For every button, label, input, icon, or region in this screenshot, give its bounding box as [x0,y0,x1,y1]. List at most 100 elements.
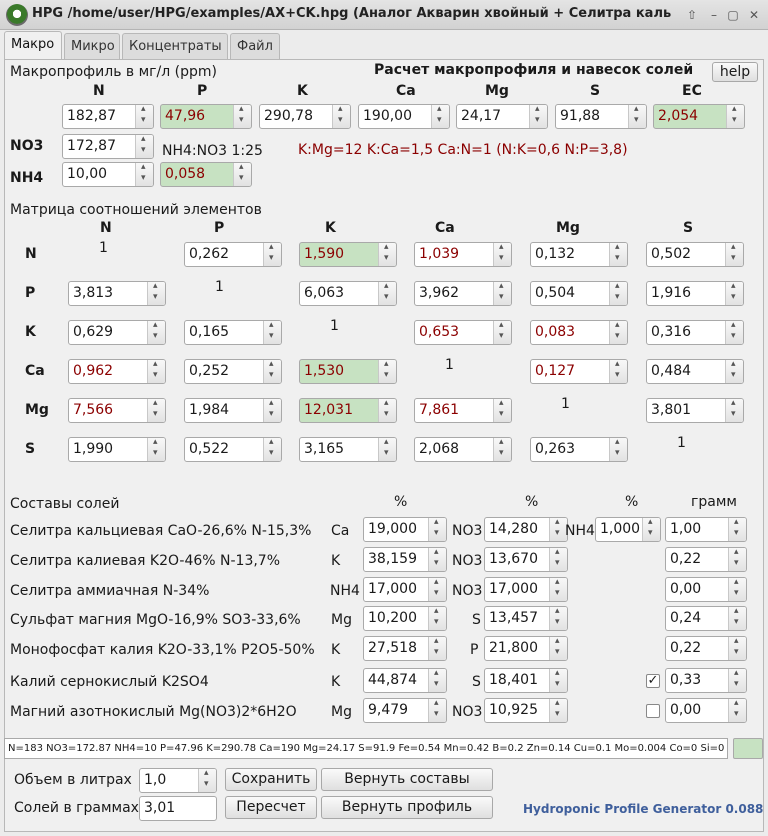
tab-bar: Макро Микро Концентраты Файл [0,30,768,61]
salt-gram-spin-4[interactable]: 0,22 [665,636,747,661]
matrix-s-p-spin[interactable]: 0,522 [184,437,282,462]
matrix-p-k-spin[interactable]: 6,063 [299,281,397,306]
matrix-n-k-spin[interactable]: 1,590 [299,242,397,267]
salt-gram-spin-3[interactable]: 0,24 [665,606,747,631]
pin-icon[interactable]: ⇧ [684,7,700,23]
matrix-mg-p-spin[interactable]: 1,984 [184,398,282,423]
salt-pct3-spin-0[interactable]: 1,000 [595,517,661,542]
matrix-s-ca-spin[interactable]: 2,068 [414,437,512,462]
revert-compositions-button[interactable]: Вернуть составы [321,768,493,791]
salt-lock-checkbox-6[interactable] [646,704,660,718]
no3-spin[interactable]: 172,87 [62,134,154,159]
matrix-row-ca: Ca [25,363,45,379]
matrix-col-mg: Mg [556,220,580,236]
salt-pct1-spin-6[interactable]: 9,479 [363,698,447,723]
tab-macro[interactable]: Макро [4,31,62,61]
help-button[interactable]: help [712,62,758,82]
matrix-ca-k-spin[interactable]: 1,530 [299,359,397,384]
salt-lock-checkbox-5[interactable]: ✓ [646,674,660,688]
salt-elem1-6: Mg [331,704,352,720]
profile-s-spin[interactable]: 91,88 [555,104,647,129]
matrix-s-mg-spin[interactable]: 0,263 [530,437,628,462]
salt-pct2-spin-3[interactable]: 13,457 [484,606,568,631]
salt-pct1-spin-4[interactable]: 27,518 [363,636,447,661]
profile-k-spin[interactable]: 290,78 [259,104,351,129]
matrix-k-mg-spin[interactable]: 0,083 [530,320,628,345]
matrix-ca-s-spin[interactable]: 0,484 [646,359,744,384]
pct-header-3: % [625,494,639,510]
matrix-ca-n-spin[interactable]: 0,962 [68,359,166,384]
matrix-k-ca-spin[interactable]: 0,653 [414,320,512,345]
matrix-s-k-spin[interactable]: 3,165 [299,437,397,462]
salt-pct2-spin-0[interactable]: 14,280 [484,517,568,542]
salts-title: Составы солей [10,496,120,512]
matrix-p-s-spin[interactable]: 1,916 [646,281,744,306]
salt-pct1-spin-1[interactable]: 38,159 [363,547,447,572]
revert-profile-button[interactable]: Вернуть профиль [321,796,493,819]
macro-profile-label: Макропрофиль в мг/л (ppm) [10,64,217,80]
salt-gram-spin-0[interactable]: 1,00 [665,517,747,542]
matrix-p-n-spin[interactable]: 3,813 [68,281,166,306]
matrix-k-n-spin[interactable]: 0,629 [68,320,166,345]
profile-ec-spin[interactable]: 2,054 [653,104,745,129]
salt-pct2-spin-4[interactable]: 21,800 [484,636,568,661]
salt-pct1-spin-0[interactable]: 19,000 [363,517,447,542]
volume-spin[interactable]: 1,0 [139,768,217,793]
matrix-title: Матрица соотношений элементов [10,202,262,218]
ratios-text: K:Mg=12 K:Ca=1,5 Ca:N=1 (N:K=0,6 N:P=3,8… [298,142,628,158]
matrix-p-mg-spin[interactable]: 0,504 [530,281,628,306]
matrix-mg-ca-spin[interactable]: 7,861 [414,398,512,423]
matrix-diag-1: 1 [215,279,224,295]
recalc-button[interactable]: Пересчет [225,796,317,819]
salt-gram-spin-6[interactable]: 0,00 [665,698,747,723]
salt-pct2-spin-6[interactable]: 10,925 [484,698,568,723]
salt-pct1-spin-2[interactable]: 17,000 [363,577,447,602]
matrix-col-ca: Ca [435,220,455,236]
matrix-diag-2: 1 [330,318,339,334]
profile-mg-spin[interactable]: 24,17 [456,104,548,129]
salt-gram-spin-2[interactable]: 0,00 [665,577,747,602]
matrix-row-mg: Mg [25,402,49,418]
matrix-mg-n-spin[interactable]: 7,566 [68,398,166,423]
tab-concentrates[interactable]: Концентраты [122,33,228,60]
matrix-mg-s-spin[interactable]: 3,801 [646,398,744,423]
matrix-mg-k-spin[interactable]: 12,031 [299,398,397,423]
salts-grams-field[interactable]: 3,01 [139,796,217,821]
matrix-k-s-spin[interactable]: 0,316 [646,320,744,345]
profile-p-spin[interactable]: 47,96 [160,104,252,129]
salt-pct1-spin-5[interactable]: 44,874 [363,668,447,693]
pct-header-1: % [394,494,408,510]
salt-gram-spin-1[interactable]: 0,22 [665,547,747,572]
matrix-n-s-spin[interactable]: 0,502 [646,242,744,267]
maximize-icon[interactable]: ▢ [725,7,741,23]
matrix-s-n-spin[interactable]: 1,990 [68,437,166,462]
matrix-n-p-spin[interactable]: 0,262 [184,242,282,267]
minimize-icon[interactable]: – [706,7,722,23]
matrix-p-ca-spin[interactable]: 3,962 [414,281,512,306]
matrix-n-ca-spin[interactable]: 1,039 [414,242,512,267]
salt-elem1-4: K [331,642,341,658]
salt-elem2-6: NO3 [452,704,483,720]
nh4-ratio-spin[interactable]: 0,058 [160,162,252,187]
nh4-spin[interactable]: 10,00 [62,162,154,187]
save-button[interactable]: Сохранить [225,768,317,791]
matrix-ca-p-spin[interactable]: 0,252 [184,359,282,384]
salt-pct2-spin-1[interactable]: 13,670 [484,547,568,572]
salt-name-1: Селитра калиевая K2O-46% N-13,7% [10,553,281,569]
tab-file[interactable]: Файл [230,33,280,60]
salt-pct2-spin-2[interactable]: 17,000 [484,577,568,602]
salt-pct1-spin-3[interactable]: 10,200 [363,606,447,631]
salt-elem2-5: S [472,674,481,690]
window-title: HPG /home/user/HPG/examples/AX+CK.hpg (А… [32,6,672,21]
tab-micro[interactable]: Микро [64,33,120,60]
profile-n-spin[interactable]: 182,87 [62,104,154,129]
salt-elem2-3: S [472,612,481,628]
salt-gram-spin-5[interactable]: 0,33 [665,668,747,693]
matrix-k-p-spin[interactable]: 0,165 [184,320,282,345]
salt-elem2-1: NO3 [452,553,483,569]
close-icon[interactable]: ✕ [746,7,762,23]
profile-ca-spin[interactable]: 190,00 [358,104,450,129]
matrix-ca-mg-spin[interactable]: 0,127 [530,359,628,384]
salt-pct2-spin-5[interactable]: 18,401 [484,668,568,693]
matrix-n-mg-spin[interactable]: 0,132 [530,242,628,267]
